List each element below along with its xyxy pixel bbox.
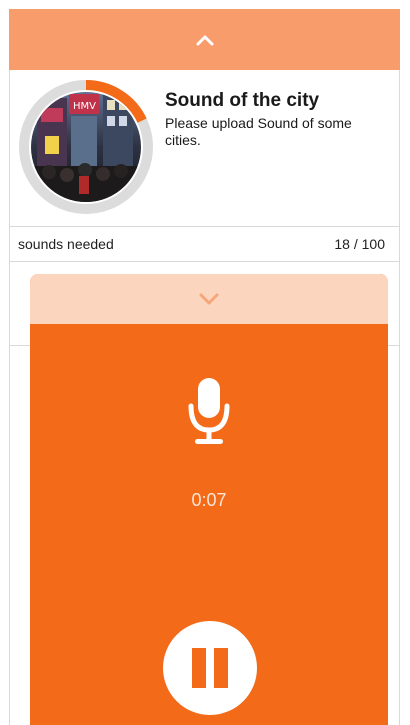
pause-button[interactable] — [163, 621, 257, 715]
project-title: Sound of the city — [165, 90, 320, 111]
pause-icon-bar — [214, 648, 228, 688]
project-description: Please upload Sound of some cities. — [165, 115, 352, 148]
chevron-down-icon[interactable] — [189, 284, 229, 314]
collapse-bar[interactable] — [9, 9, 400, 70]
project-progress-ring: HMV — [19, 80, 153, 214]
svg-text:HMV: HMV — [73, 101, 96, 112]
project-card[interactable]: HMV Sound of the city Please upload Soun… — [10, 70, 399, 226]
recorder-panel: 0:07 — [30, 274, 388, 725]
chevron-up-icon[interactable] — [185, 25, 225, 55]
recording-timer: 0:07 — [191, 490, 227, 510]
microphone-icon — [188, 378, 230, 444]
pause-icon — [192, 648, 206, 688]
stats-row: sounds needed 18 / 100 — [10, 226, 399, 262]
stats-label: sounds needed — [18, 236, 114, 252]
recorder-collapse-bar[interactable] — [30, 274, 388, 324]
stats-count: 18 / 100 — [334, 236, 385, 252]
